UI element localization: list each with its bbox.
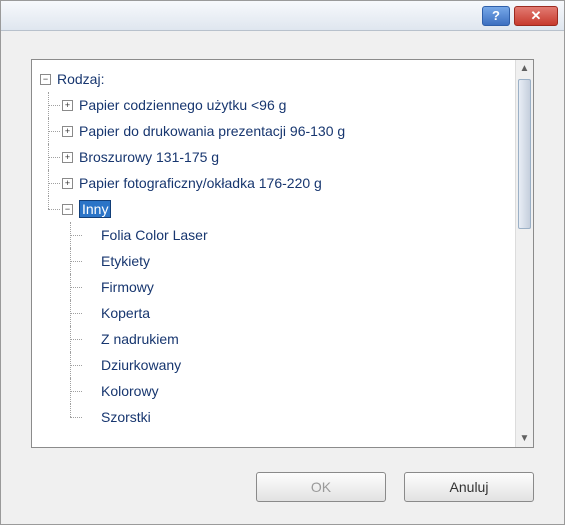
tree-leaf: Dziurkowany <box>62 352 515 378</box>
tree-item: + Papier do drukowania prezentacji 96-13… <box>40 118 515 144</box>
button-row: OK Anuluj <box>1 456 564 524</box>
tree-leaf-label[interactable]: Szorstki <box>101 409 151 425</box>
tree-container: − Rodzaj: + Papier codziennego użytku <9… <box>31 59 534 448</box>
tree-item-inny: − Inny Folia Color Laser <box>40 196 515 430</box>
tree-leaf-row[interactable]: Firmowy <box>84 274 515 300</box>
tree-root: − Rodzaj: + Papier codziennego użytku <9… <box>40 66 515 430</box>
close-icon: ✕ <box>531 8 542 24</box>
tree-item: + Broszurowy 131-175 g <box>40 144 515 170</box>
tree-leaf-label[interactable]: Etykiety <box>101 253 150 269</box>
tree-leaf-label[interactable]: Firmowy <box>101 279 154 295</box>
collapse-icon[interactable]: − <box>40 74 51 85</box>
tree-leaf-row[interactable]: Koperta <box>84 300 515 326</box>
expand-icon[interactable]: + <box>62 126 73 137</box>
tree-item: + Papier codziennego użytku <96 g <box>40 92 515 118</box>
tree-item-label[interactable]: Papier fotograficzny/okładka 176-220 g <box>79 175 322 191</box>
tree-leaf: Folia Color Laser <box>62 222 515 248</box>
tree-item-label-selected[interactable]: Inny <box>79 200 111 218</box>
collapse-icon[interactable]: − <box>62 204 73 215</box>
vertical-scrollbar[interactable]: ▲ ▼ <box>515 60 533 447</box>
titlebar: ? ✕ <box>1 1 564 31</box>
tree-inny-children: Folia Color Laser Etykiety <box>62 222 515 430</box>
tree-item-label[interactable]: Papier codziennego użytku <96 g <box>79 97 286 113</box>
tree-leaf-row[interactable]: Etykiety <box>84 248 515 274</box>
tree-item-row[interactable]: − Inny <box>62 196 515 222</box>
tree-item-row[interactable]: + Papier do drukowania prezentacji 96-13… <box>62 118 515 144</box>
scroll-down-icon[interactable]: ▼ <box>517 430 533 447</box>
tree-leaf: Z nadrukiem <box>62 326 515 352</box>
tree-leaf-row[interactable]: Dziurkowany <box>84 352 515 378</box>
tree-item-row[interactable]: + Broszurowy 131-175 g <box>62 144 515 170</box>
cancel-button[interactable]: Anuluj <box>404 472 534 502</box>
tree-leaf-label[interactable]: Kolorowy <box>101 383 159 399</box>
tree-item-label[interactable]: Papier do drukowania prezentacji 96-130 … <box>79 123 345 139</box>
tree-leaf: Koperta <box>62 300 515 326</box>
tree-root-list: − Rodzaj: + Papier codziennego użytku <9… <box>40 66 515 430</box>
tree-leaf-label[interactable]: Dziurkowany <box>101 357 181 373</box>
content-area: − Rodzaj: + Papier codziennego użytku <9… <box>1 31 564 456</box>
tree-leaf-label[interactable]: Koperta <box>101 305 150 321</box>
tree-leaf: Szorstki <box>62 404 515 430</box>
scroll-up-icon[interactable]: ▲ <box>517 60 533 77</box>
tree-leaf: Kolorowy <box>62 378 515 404</box>
tree-item-row[interactable]: + Papier fotograficzny/okładka 176-220 g <box>62 170 515 196</box>
tree-root-row[interactable]: − Rodzaj: <box>40 66 515 92</box>
tree-leaf-label[interactable]: Folia Color Laser <box>101 227 208 243</box>
dialog-window: ? ✕ − Rodzaj: + <box>0 0 565 525</box>
tree-leaf: Etykiety <box>62 248 515 274</box>
tree-leaf-row[interactable]: Szorstki <box>84 404 515 430</box>
close-button[interactable]: ✕ <box>514 6 558 26</box>
tree-item-label[interactable]: Broszurowy 131-175 g <box>79 149 219 165</box>
expand-icon[interactable]: + <box>62 152 73 163</box>
tree-viewport: − Rodzaj: + Papier codziennego użytku <9… <box>32 60 515 447</box>
tree-item-row[interactable]: + Papier codziennego użytku <96 g <box>62 92 515 118</box>
tree-leaf: Firmowy <box>62 274 515 300</box>
scroll-track[interactable] <box>516 77 533 430</box>
expand-icon[interactable]: + <box>62 100 73 111</box>
expand-icon[interactable]: + <box>62 178 73 189</box>
tree-item: + Papier fotograficzny/okładka 176-220 g <box>40 170 515 196</box>
tree-children: + Papier codziennego użytku <96 g + Papi… <box>40 92 515 430</box>
tree-leaf-row[interactable]: Z nadrukiem <box>84 326 515 352</box>
help-button[interactable]: ? <box>482 6 510 26</box>
tree-leaf-row[interactable]: Folia Color Laser <box>84 222 515 248</box>
scroll-thumb[interactable] <box>518 79 531 229</box>
ok-button[interactable]: OK <box>256 472 386 502</box>
help-icon: ? <box>492 8 500 23</box>
tree-leaf-row[interactable]: Kolorowy <box>84 378 515 404</box>
tree-root-label[interactable]: Rodzaj: <box>57 71 104 87</box>
tree-leaf-label[interactable]: Z nadrukiem <box>101 331 179 347</box>
